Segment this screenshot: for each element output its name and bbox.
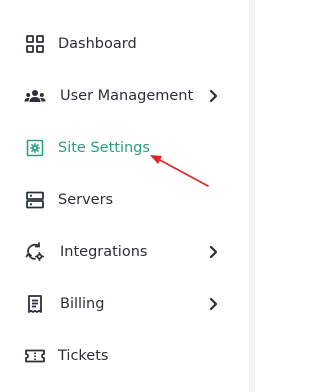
sidebar-item-label: Dashboard: [58, 36, 137, 52]
sidebar-item-dashboard[interactable]: Dashboard: [0, 22, 249, 66]
chevron-right-icon: [204, 243, 222, 261]
chevron-right-icon: [204, 295, 222, 313]
sidebar-item-label: Tickets: [58, 348, 109, 364]
users-icon: [24, 85, 46, 107]
sidebar-item-integrations[interactable]: Integrations: [0, 230, 249, 274]
ticket-icon: [24, 345, 46, 367]
sidebar-item-label: Site Settings: [58, 140, 150, 156]
sidebar-item-site-settings[interactable]: Site Settings: [0, 126, 249, 170]
chevron-right-icon: [204, 87, 222, 105]
sidebar-item-label: Servers: [58, 192, 114, 208]
settings-icon: [24, 137, 46, 159]
sidebar-item-label: Integrations: [60, 244, 148, 260]
sidebar-item-tickets[interactable]: Tickets: [0, 334, 249, 378]
sidebar-item-user-management[interactable]: User Management: [0, 74, 249, 118]
sidebar-item-label: Billing: [60, 296, 105, 312]
grid-icon: [24, 33, 46, 55]
content-edge: [250, 0, 255, 392]
sidebar-nav: Dashboard User Management Site Settings …: [0, 0, 250, 392]
sidebar-item-servers[interactable]: Servers: [0, 178, 249, 222]
integrations-icon: [24, 241, 46, 263]
sidebar-item-label: User Management: [60, 88, 194, 104]
server-icon: [24, 189, 46, 211]
sidebar-item-billing[interactable]: Billing: [0, 282, 249, 326]
receipt-icon: [24, 293, 46, 315]
